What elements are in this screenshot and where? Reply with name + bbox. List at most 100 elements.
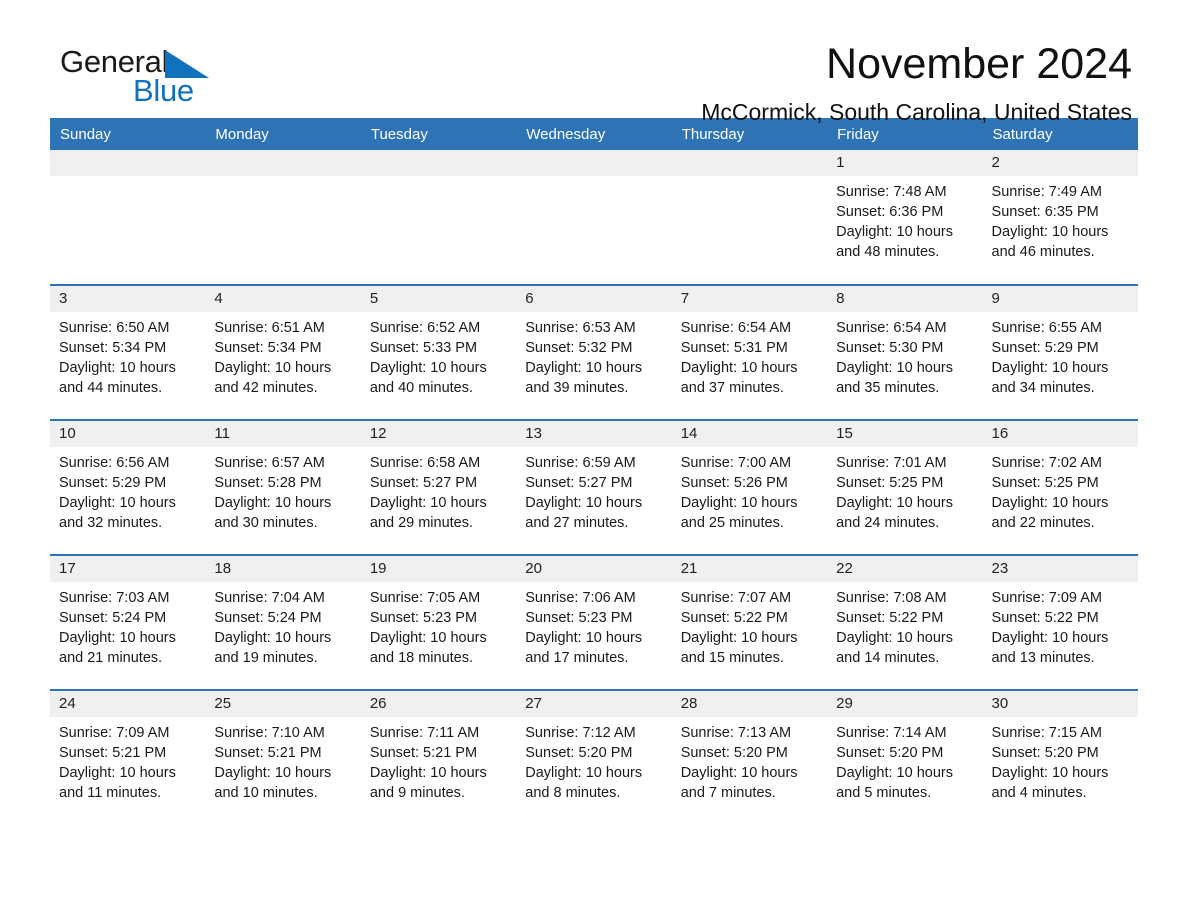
- day-number: 1: [827, 150, 983, 176]
- day-cell[interactable]: 2 Sunrise: 7:49 AM Sunset: 6:35 PM Dayli…: [982, 150, 1138, 285]
- sunrise-text: Sunrise: 6:52 AM: [369, 320, 481, 336]
- day-cell[interactable]: 19 Sunrise: 7:05 AM Sunset: 5:23 PM Dayl…: [360, 554, 517, 690]
- sunrise-text: Sunrise: 7:15 AM: [991, 725, 1102, 741]
- sunset-text: Sunset: 5:22 PM: [991, 610, 1099, 626]
- day-cell[interactable]: [50, 150, 206, 285]
- daylight-text: Daylight: 10 hours and 22 minutes.: [991, 495, 1109, 531]
- day-cell[interactable]: 22 Sunrise: 7:08 AM Sunset: 5:22 PM Dayl…: [827, 554, 983, 690]
- day-number: 29: [827, 691, 983, 717]
- sunset-text: Sunset: 5:20 PM: [680, 745, 788, 761]
- sunrise-text: Sunrise: 7:02 AM: [991, 455, 1102, 471]
- sunrise-text: Sunrise: 7:07 AM: [680, 590, 792, 606]
- sunset-text: Sunset: 5:24 PM: [59, 610, 167, 626]
- day-cell[interactable]: 5 Sunrise: 6:52 AM Sunset: 5:33 PM Dayli…: [360, 284, 517, 420]
- day-cell[interactable]: 1 Sunrise: 7:48 AM Sunset: 6:36 PM Dayli…: [827, 150, 983, 285]
- sunset-text: Sunset: 5:34 PM: [59, 340, 167, 356]
- sunrise-text: Sunrise: 7:48 AM: [836, 184, 947, 200]
- day-cell[interactable]: 8 Sunrise: 6:54 AM Sunset: 5:30 PM Dayli…: [827, 284, 983, 420]
- daylight-text: Daylight: 10 hours and 14 minutes.: [836, 630, 953, 666]
- day-cell[interactable]: [205, 150, 361, 285]
- sunset-text: Sunset: 5:23 PM: [525, 610, 633, 626]
- general-blue-logo[interactable]: General Blue: [60, 44, 260, 114]
- sunset-text: Sunset: 5:24 PM: [214, 610, 322, 626]
- sunset-text: Sunset: 5:31 PM: [680, 340, 788, 356]
- day-cell[interactable]: 21 Sunrise: 7:07 AM Sunset: 5:22 PM Dayl…: [671, 554, 828, 690]
- day-details: Sunrise: 6:53 AM Sunset: 5:32 PM Dayligh…: [516, 312, 671, 398]
- day-cell[interactable]: 25 Sunrise: 7:10 AM Sunset: 5:21 PM Dayl…: [205, 689, 361, 824]
- page-title: November 2024: [826, 40, 1132, 88]
- day-number: 14: [671, 421, 828, 447]
- day-cell[interactable]: 16 Sunrise: 7:02 AM Sunset: 5:25 PM Dayl…: [982, 419, 1138, 555]
- day-cell[interactable]: [671, 150, 828, 285]
- day-number: 28: [671, 691, 828, 717]
- sunset-text: Sunset: 5:21 PM: [214, 745, 322, 761]
- day-cell[interactable]: 7 Sunrise: 6:54 AM Sunset: 5:31 PM Dayli…: [671, 284, 828, 420]
- sunset-text: Sunset: 5:28 PM: [214, 475, 322, 491]
- day-number: 11: [205, 421, 361, 447]
- day-cell[interactable]: 28 Sunrise: 7:13 AM Sunset: 5:20 PM Dayl…: [671, 689, 828, 824]
- sunset-text: Sunset: 5:33 PM: [369, 340, 478, 356]
- sunrise-text: Sunrise: 7:12 AM: [525, 725, 636, 741]
- day-cell[interactable]: 26 Sunrise: 7:11 AM Sunset: 5:21 PM Dayl…: [360, 689, 517, 824]
- day-cell[interactable]: 30 Sunrise: 7:15 AM Sunset: 5:20 PM Dayl…: [982, 689, 1138, 824]
- sunrise-text: Sunrise: 7:05 AM: [369, 590, 481, 606]
- day-number: 21: [671, 556, 828, 582]
- day-number: 4: [205, 286, 361, 312]
- daylight-text: Daylight: 10 hours and 5 minutes.: [836, 765, 953, 801]
- sunrise-text: Sunrise: 6:58 AM: [369, 455, 481, 471]
- day-number: [50, 150, 206, 176]
- day-details: Sunrise: 7:14 AM Sunset: 5:20 PM Dayligh…: [827, 717, 982, 803]
- day-details: Sunrise: 6:59 AM Sunset: 5:27 PM Dayligh…: [516, 447, 671, 533]
- daylight-text: Daylight: 10 hours and 27 minutes.: [525, 495, 643, 531]
- day-cell[interactable]: 24 Sunrise: 7:09 AM Sunset: 5:21 PM Dayl…: [50, 689, 206, 824]
- day-cell[interactable]: 18 Sunrise: 7:04 AM Sunset: 5:24 PM Dayl…: [205, 554, 361, 690]
- sunrise-text: Sunrise: 7:10 AM: [214, 725, 325, 741]
- day-details: Sunrise: 7:11 AM Sunset: 5:21 PM Dayligh…: [361, 717, 516, 803]
- sunrise-text: Sunrise: 7:08 AM: [836, 590, 947, 606]
- day-cell[interactable]: 10 Sunrise: 6:56 AM Sunset: 5:29 PM Dayl…: [50, 419, 206, 555]
- day-cell[interactable]: 17 Sunrise: 7:03 AM Sunset: 5:24 PM Dayl…: [50, 554, 206, 690]
- day-number: [205, 150, 361, 176]
- sunset-text: Sunset: 5:26 PM: [680, 475, 788, 491]
- day-number: 27: [516, 691, 672, 717]
- day-number: [360, 150, 517, 176]
- day-cell[interactable]: 4 Sunrise: 6:51 AM Sunset: 5:34 PM Dayli…: [205, 284, 361, 420]
- day-details: Sunrise: 6:55 AM Sunset: 5:29 PM Dayligh…: [983, 312, 1138, 398]
- day-cell[interactable]: 6 Sunrise: 6:53 AM Sunset: 5:32 PM Dayli…: [516, 284, 672, 420]
- day-number: 5: [360, 286, 517, 312]
- day-cell[interactable]: 23 Sunrise: 7:09 AM Sunset: 5:22 PM Dayl…: [982, 554, 1138, 690]
- day-cell[interactable]: 12 Sunrise: 6:58 AM Sunset: 5:27 PM Dayl…: [360, 419, 517, 555]
- day-details: Sunrise: 6:56 AM Sunset: 5:29 PM Dayligh…: [50, 447, 205, 533]
- day-details: Sunrise: 7:05 AM Sunset: 5:23 PM Dayligh…: [361, 582, 516, 668]
- day-cell[interactable]: 20 Sunrise: 7:06 AM Sunset: 5:23 PM Dayl…: [516, 554, 672, 690]
- daylight-text: Daylight: 10 hours and 48 minutes.: [836, 224, 953, 260]
- daylight-text: Daylight: 10 hours and 15 minutes.: [680, 630, 798, 666]
- day-number: [516, 150, 672, 176]
- day-cell[interactable]: 14 Sunrise: 7:00 AM Sunset: 5:26 PM Dayl…: [671, 419, 828, 555]
- calendar-week-row: 17 Sunrise: 7:03 AM Sunset: 5:24 PM Dayl…: [50, 554, 1138, 690]
- day-cell[interactable]: [360, 150, 517, 285]
- sunset-text: Sunset: 5:29 PM: [59, 475, 167, 491]
- sunrise-text: Sunrise: 7:11 AM: [369, 725, 480, 741]
- day-details: Sunrise: 7:12 AM Sunset: 5:20 PM Dayligh…: [516, 717, 671, 803]
- day-cell[interactable]: 29 Sunrise: 7:14 AM Sunset: 5:20 PM Dayl…: [827, 689, 983, 824]
- day-cell[interactable]: 13 Sunrise: 6:59 AM Sunset: 5:27 PM Dayl…: [516, 419, 672, 555]
- sunrise-text: Sunrise: 6:53 AM: [525, 320, 636, 336]
- day-cell[interactable]: 9 Sunrise: 6:55 AM Sunset: 5:29 PM Dayli…: [982, 284, 1138, 420]
- day-number: 24: [50, 691, 206, 717]
- title-block: November 2024 McCormick, South Carolina,…: [701, 38, 1132, 126]
- day-number: 3: [50, 286, 206, 312]
- day-cell[interactable]: 27 Sunrise: 7:12 AM Sunset: 5:20 PM Dayl…: [516, 689, 672, 824]
- day-cell[interactable]: 11 Sunrise: 6:57 AM Sunset: 5:28 PM Dayl…: [205, 419, 361, 555]
- daylight-text: Daylight: 10 hours and 24 minutes.: [836, 495, 953, 531]
- day-details: Sunrise: 7:07 AM Sunset: 5:22 PM Dayligh…: [672, 582, 827, 668]
- day-cell[interactable]: [516, 150, 672, 285]
- sunset-text: Sunset: 6:35 PM: [991, 204, 1099, 220]
- sunrise-text: Sunrise: 7:09 AM: [59, 725, 170, 741]
- day-number: 10: [50, 421, 206, 447]
- page-header: General Blue November 2024 McCormick, So…: [50, 0, 1138, 125]
- daylight-text: Daylight: 10 hours and 32 minutes.: [59, 495, 176, 531]
- day-cell[interactable]: 15 Sunrise: 7:01 AM Sunset: 5:25 PM Dayl…: [827, 419, 983, 555]
- day-details: Sunrise: 6:51 AM Sunset: 5:34 PM Dayligh…: [205, 312, 360, 398]
- day-cell[interactable]: 3 Sunrise: 6:50 AM Sunset: 5:34 PM Dayli…: [50, 284, 206, 420]
